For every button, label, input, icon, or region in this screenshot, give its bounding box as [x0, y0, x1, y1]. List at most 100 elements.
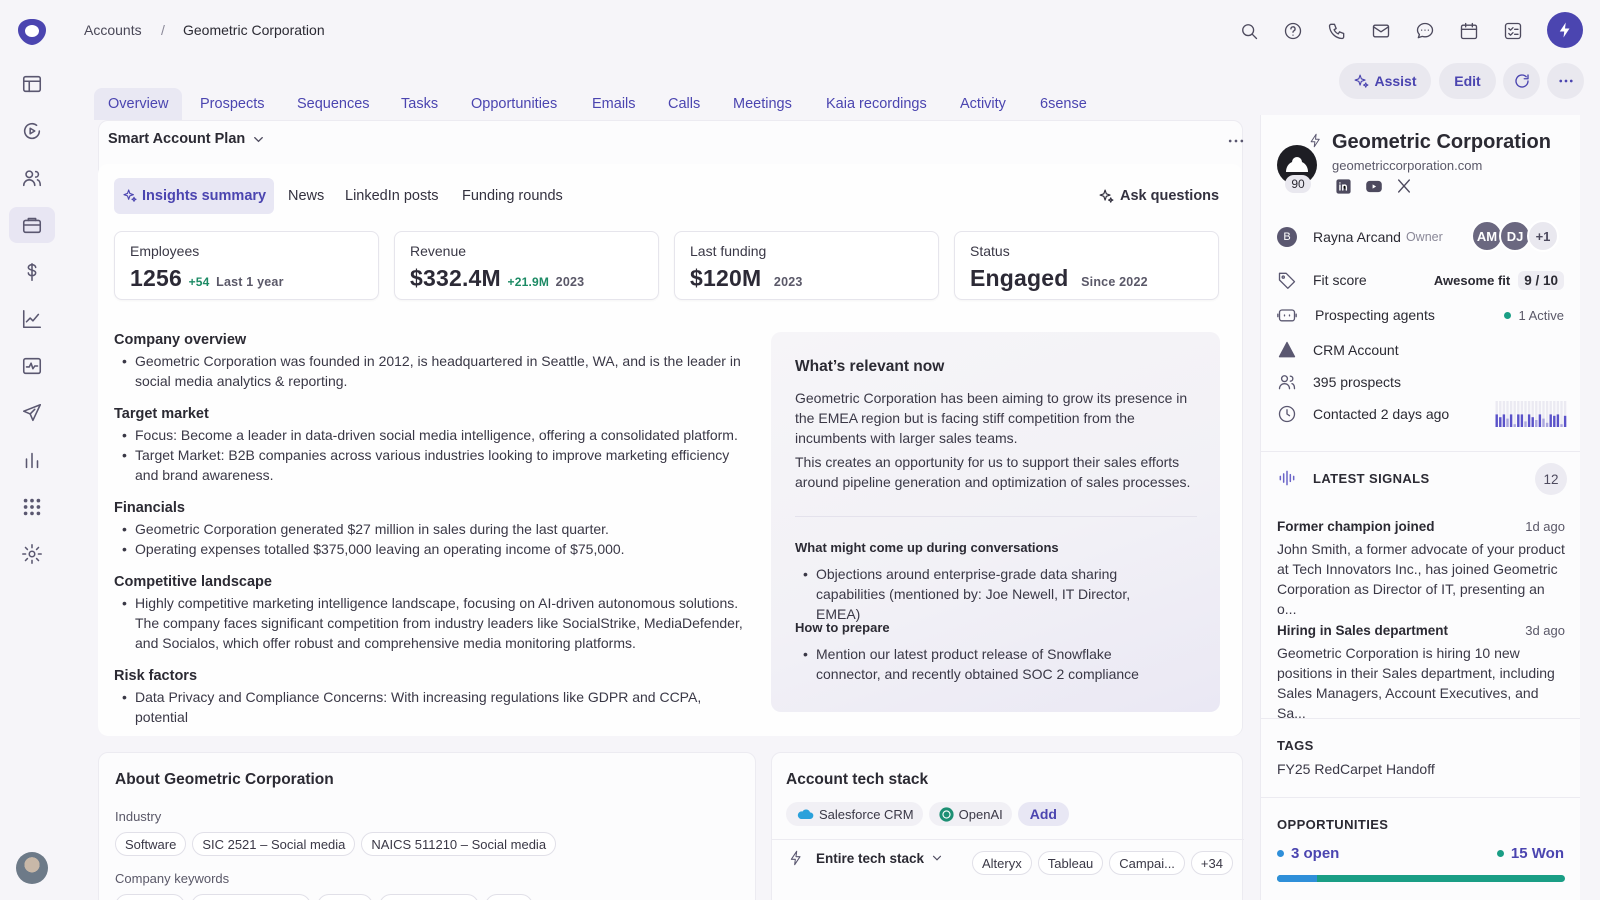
tab-6sense[interactable]: 6sense — [1026, 88, 1101, 120]
techstack-filter[interactable]: Entire tech stack — [788, 850, 944, 866]
tab-tasks[interactable]: Tasks — [387, 88, 452, 120]
breadcrumb-accounts[interactable]: Accounts — [84, 22, 142, 38]
tab-activity[interactable]: Activity — [946, 88, 1020, 120]
techstack-item[interactable]: OpenAI — [928, 802, 1012, 826]
subtab-news[interactable]: News — [280, 178, 332, 214]
divider — [1261, 718, 1580, 719]
apps-grid-icon[interactable] — [9, 489, 55, 525]
add-tech-button[interactable]: Add — [1017, 802, 1069, 826]
deals-nav-icon[interactable] — [9, 254, 55, 290]
activity-nav-icon[interactable] — [9, 348, 55, 384]
tab-kaia-recordings[interactable]: Kaia recordings — [812, 88, 941, 120]
sparkline-bar — [1563, 415, 1567, 427]
signal-item[interactable]: Former champion joined 1d ago John Smith,… — [1277, 519, 1565, 619]
crm-account-row[interactable]: CRM Account — [1277, 338, 1564, 362]
signal-body: John Smith, a former advocate of your pr… — [1277, 541, 1565, 617]
tech-chip[interactable]: Alteryx — [972, 851, 1032, 875]
refresh-button[interactable] — [1503, 63, 1540, 99]
plan-more-icon[interactable] — [1226, 131, 1246, 151]
keyword-chip[interactable] — [191, 894, 311, 900]
chevron-down-icon — [254, 136, 264, 142]
quick-action-bolt-button[interactable] — [1547, 12, 1583, 48]
assist-button[interactable]: Assist — [1339, 63, 1431, 99]
keyword-chip[interactable] — [317, 894, 373, 900]
calendar-icon[interactable] — [1457, 19, 1481, 43]
signals-count-badge[interactable]: 12 — [1535, 463, 1567, 495]
account-score-badge: 90 — [1285, 175, 1311, 193]
sparkle-icon — [1099, 189, 1114, 203]
tab-calls[interactable]: Calls — [654, 88, 714, 120]
prospecting-agents-row[interactable]: Prospecting agents 1 Active — [1277, 303, 1564, 327]
app-logo-icon[interactable] — [16, 17, 48, 47]
linkedin-icon[interactable] — [1335, 178, 1352, 195]
industry-chip[interactable]: NAICS 511210 – Social media — [361, 832, 557, 856]
sparkline-bar-bg — [1560, 401, 1563, 427]
signals-label: LATEST SIGNALS — [1313, 471, 1430, 486]
subtab-insights-label: Insights summary — [142, 188, 267, 204]
prospects-count: 395 prospects — [1313, 374, 1401, 390]
fit-text: Awesome fit — [1433, 272, 1511, 288]
keyword-chip[interactable] — [485, 894, 533, 900]
chat-icon[interactable] — [1413, 19, 1437, 43]
more-members-avatar[interactable]: +1 — [1527, 220, 1559, 252]
settings-gear-icon[interactable] — [9, 536, 55, 572]
recordings-nav-icon[interactable] — [9, 113, 55, 149]
signals-waveform-icon — [1279, 470, 1295, 486]
opportunities-open[interactable]: 3 open — [1277, 845, 1339, 862]
opportunities-won[interactable]: 15 Won — [1496, 845, 1564, 862]
tech-chip[interactable]: Tableau — [1037, 851, 1104, 875]
help-icon[interactable] — [1281, 19, 1305, 43]
search-icon[interactable] — [1237, 19, 1261, 43]
stat-revenue: Revenue $332.4M +21.9M 2023 — [394, 231, 659, 300]
more-options-button[interactable] — [1547, 63, 1584, 99]
stat-label: Revenue — [410, 243, 467, 259]
signal-item[interactable]: Hiring in Sales department 3d ago Geometr… — [1277, 623, 1565, 723]
account-domain[interactable]: geometriccorporation.com — [1332, 158, 1482, 173]
stat-label: Employees — [130, 243, 200, 259]
divider — [1261, 797, 1580, 798]
owner-name[interactable]: Rayna Arcand — [1313, 229, 1401, 245]
tasks-checklist-icon[interactable] — [1501, 19, 1525, 43]
tech-chip[interactable]: Campai... — [1109, 851, 1185, 875]
sparkline-bar — [1524, 421, 1527, 427]
whats-relevant-panel: What’s relevant now Geometric Corporatio… — [771, 332, 1220, 712]
analytics-nav-icon[interactable] — [9, 301, 55, 337]
tab-emails[interactable]: Emails — [578, 88, 650, 120]
keywords-label: Company keywords — [115, 871, 230, 886]
techstack-chips: Alteryx Tableau Campai... +34 — [972, 851, 1239, 875]
tech-more-chip[interactable]: +34 — [1190, 851, 1233, 875]
phone-icon[interactable] — [1325, 19, 1349, 43]
prospects-count-row[interactable]: 395 prospects — [1277, 370, 1564, 394]
tab-sequences[interactable]: Sequences — [283, 88, 384, 120]
subtab-insights-summary[interactable]: Insights summary — [114, 178, 275, 214]
sparkline-bar — [1506, 418, 1509, 427]
subtab-linkedin-posts[interactable]: LinkedIn posts — [337, 178, 447, 214]
accounts-nav-icon[interactable] — [9, 207, 55, 243]
edit-button[interactable]: Edit — [1439, 63, 1496, 99]
agents-label: Prospecting agents — [1315, 307, 1435, 323]
industry-chip[interactable]: Software — [115, 832, 187, 856]
techstack-item[interactable]: Salesforce CRM — [786, 802, 923, 826]
industry-chip[interactable]: SIC 2521 – Social media — [192, 832, 356, 856]
sequences-nav-icon[interactable] — [9, 395, 55, 431]
owner-role: Owner — [1405, 230, 1443, 244]
reports-nav-icon[interactable] — [9, 442, 55, 478]
dashboard-nav-icon[interactable] — [9, 66, 55, 102]
user-avatar[interactable] — [16, 852, 48, 884]
tab-opportunities[interactable]: Opportunities — [457, 88, 571, 120]
tab-overview[interactable]: Overview — [94, 88, 183, 120]
tag-value[interactable]: FY25 RedCarpet Handoff — [1277, 761, 1435, 777]
people-nav-icon[interactable] — [9, 160, 55, 196]
keyword-chip[interactable] — [115, 894, 185, 900]
mail-icon[interactable] — [1369, 19, 1393, 43]
tab-meetings[interactable]: Meetings — [719, 88, 806, 120]
keyword-chip[interactable] — [379, 894, 479, 900]
youtube-icon[interactable] — [1364, 178, 1384, 195]
overview-bullet: Geometric Corporation generated $27 mill… — [114, 519, 754, 539]
tab-prospects[interactable]: Prospects — [186, 88, 278, 120]
ask-questions-button[interactable]: Ask questions — [1090, 178, 1227, 214]
subtab-funding-rounds[interactable]: Funding rounds — [454, 178, 571, 214]
opportunities-open-fill — [1277, 875, 1318, 882]
plan-selector[interactable]: Smart Account Plan — [108, 131, 266, 147]
x-twitter-icon[interactable] — [1396, 178, 1412, 194]
